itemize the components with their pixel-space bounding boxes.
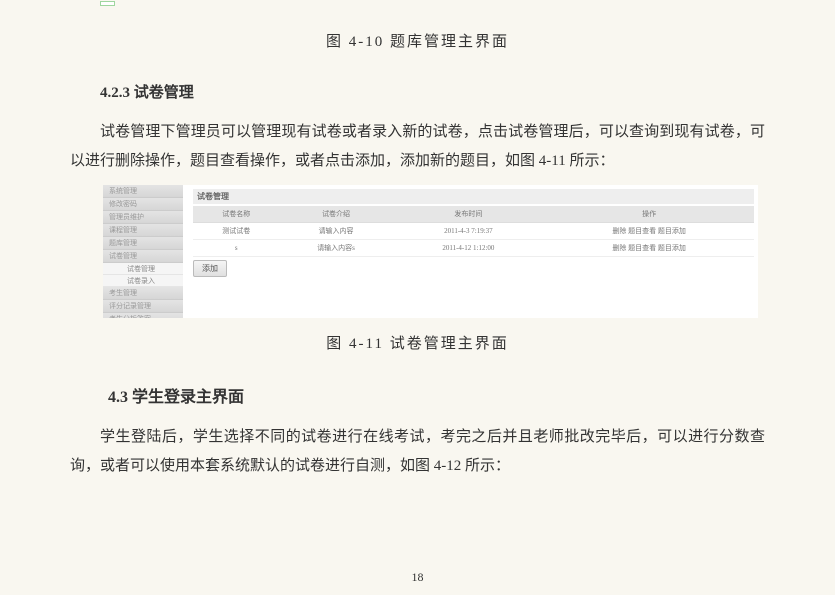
sidebar-subitem-exam-mgmt: 试卷管理 [103,263,183,275]
panel-title: 试卷管理 [193,189,754,204]
col-time: 发布时间 [393,206,545,223]
sidebar-item: 试卷管理 [103,250,183,263]
section-heading-4-3: 4.3 学生登录主界面 [70,383,765,407]
sidebar-item: 考生管理 [103,287,183,300]
paragraph-4-2-3: 试卷管理下管理员可以管理现有试卷或者录入新的试卷，点击试卷管理后，可以查询到现有… [70,118,765,175]
sidebar-item: 系统管理 [103,185,183,198]
col-actions: 操作 [544,206,754,223]
thumbnail-fragment [100,1,115,6]
cell-intro: 请输入内容 [280,223,393,240]
page-number: 18 [412,570,424,585]
section-heading-4-2-3: 4.2.3 试卷管理 [70,81,765,102]
paragraph-4-3: 学生登陆后，学生选择不同的试卷进行在线考试，考完之后并且老师批改完毕后，可以进行… [70,423,765,480]
col-intro: 试卷介绍 [280,206,393,223]
cell-intro: 请输入内容s [280,240,393,257]
sidebar-item: 修改密码 [103,198,183,211]
cell-time: 2011-4-12 1:12:00 [393,240,545,257]
table-row: 测试试卷 请输入内容 2011-4-3 7:19:37 删除 题目查看 题目添加 [193,223,754,240]
sidebar: 系统管理 修改密码 管理员维护 课程管理 题库管理 试卷管理 试卷管理 试卷录入… [103,185,183,318]
table-row: s 请输入内容s 2011-4-12 1:12:00 删除 题目查看 题目添加 [193,240,754,257]
screenshot-figure-4-11: 系统管理 修改密码 管理员维护 课程管理 题库管理 试卷管理 试卷管理 试卷录入… [103,185,758,318]
sidebar-item: 题库管理 [103,237,183,250]
sidebar-item: 考生分析答案 [103,313,183,318]
add-button: 添加 [193,260,227,277]
sidebar-item: 评分记录管理 [103,300,183,313]
col-name: 试卷名称 [193,206,280,223]
figure-caption-4-10: 图 4-10 题库管理主界面 [70,30,765,51]
figure-caption-4-11: 图 4-11 试卷管理主界面 [70,332,765,353]
sidebar-item: 课程管理 [103,224,183,237]
exam-table: 试卷名称 试卷介绍 发布时间 操作 测试试卷 请输入内容 2011-4-3 7:… [193,206,754,257]
main-panel: 试卷管理 试卷名称 试卷介绍 发布时间 操作 测试试卷 请输入内容 2011-4… [193,189,754,277]
sidebar-subitem-exam-entry: 试卷录入 [103,275,183,287]
cell-actions: 删除 题目查看 题目添加 [544,240,754,257]
cell-name: s [193,240,280,257]
sidebar-item: 管理员维护 [103,211,183,224]
cell-name: 测试试卷 [193,223,280,240]
cell-actions: 删除 题目查看 题目添加 [544,223,754,240]
cell-time: 2011-4-3 7:19:37 [393,223,545,240]
